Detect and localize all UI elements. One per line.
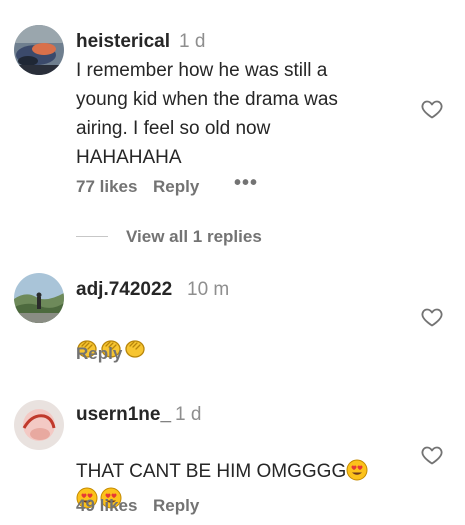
avatar-image (14, 25, 64, 75)
heart-outline-icon[interactable] (420, 305, 444, 329)
likes-count[interactable]: 77 likes (76, 177, 137, 197)
avatar[interactable] (14, 400, 64, 450)
reply-button[interactable]: Reply (76, 344, 122, 364)
avatar[interactable] (14, 25, 64, 75)
reply-button[interactable]: Reply (153, 496, 199, 516)
heart-outline-icon[interactable] (420, 443, 444, 467)
clapping-hands-icon (124, 337, 146, 359)
more-dots-icon[interactable]: ••• (234, 172, 258, 195)
view-replies-button[interactable]: View all 1 replies (126, 227, 262, 247)
comment-emoji-row (76, 456, 406, 509)
heart-outline-icon[interactable] (420, 97, 444, 121)
comment-time: 10 m (187, 279, 230, 300)
comment-time: 1 d (179, 31, 206, 52)
comment-emoji-row (76, 306, 406, 358)
comment-text: I remember how he was still a young kid … (76, 60, 338, 168)
likes-count[interactable]: 49 likes (76, 496, 137, 516)
comment-username[interactable]: adj.742022 (76, 279, 172, 301)
avatar-image (14, 273, 64, 323)
comment-time: 1 d (175, 404, 202, 425)
comment-username[interactable]: heisterical (76, 31, 170, 53)
comment-username[interactable]: usern1ne_ (76, 404, 171, 426)
avatar-image (14, 400, 64, 450)
reply-button[interactable]: Reply (153, 177, 199, 197)
avatar[interactable] (14, 273, 64, 323)
view-replies-divider (76, 236, 108, 237)
